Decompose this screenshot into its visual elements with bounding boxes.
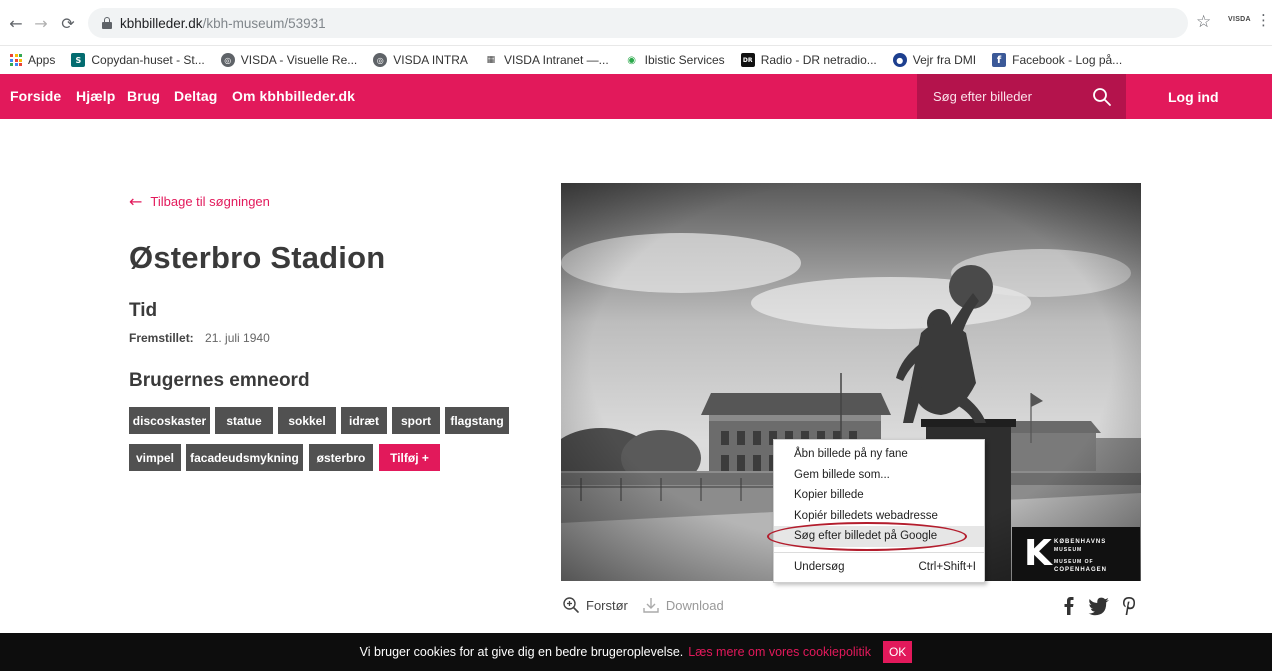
nav-hjaelp[interactable]: Hjælp xyxy=(76,88,115,104)
pinterest-share-icon[interactable] xyxy=(1122,596,1136,616)
ctx-open-new-tab[interactable]: Åbn billede på ny fane xyxy=(774,444,984,465)
bookmark-label: VISDA Intranet —... xyxy=(503,53,609,67)
bookmark-label: Apps xyxy=(28,53,56,67)
logo-line-2: MUSEUM xyxy=(1054,547,1083,553)
cookie-ok-button[interactable]: OK xyxy=(882,641,913,663)
bookmark-star-icon[interactable]: ☆ xyxy=(1196,12,1211,32)
bookmark-visda-intranet[interactable]: ▦ VISDA Intranet —... xyxy=(483,53,609,67)
dmi-icon: ● xyxy=(892,53,907,67)
cookie-bar: Vi bruger cookies for at give dig en bed… xyxy=(0,633,1272,671)
tag-vimpel[interactable]: vimpel xyxy=(129,444,181,471)
tag-statue[interactable]: statue xyxy=(215,407,273,434)
bookmark-label: VISDA INTRA xyxy=(393,53,468,67)
page-title: Østerbro Stadion xyxy=(129,240,386,275)
created-label: Fremstillet: xyxy=(129,331,194,345)
cookie-policy-link[interactable]: Læs mere om vores cookiepolitik xyxy=(688,645,871,659)
apps-grid-icon xyxy=(10,54,22,66)
zoom-label: Forstør xyxy=(586,597,628,613)
created-row: Fremstillet: 21. juli 1940 xyxy=(129,331,270,345)
context-menu: Åbn billede på ny fane Gem billede som..… xyxy=(773,439,985,583)
reload-icon[interactable]: ⟳ xyxy=(58,13,78,33)
bookmark-facebook[interactable]: f Facebook - Log på... xyxy=(992,53,1122,67)
tag-discoskaster[interactable]: discoskaster xyxy=(129,407,210,434)
bookmark-apps[interactable]: Apps xyxy=(10,53,55,67)
zoom-button[interactable]: Forstør xyxy=(562,596,628,614)
nav-brug[interactable]: Brug xyxy=(127,88,160,104)
bookmark-label: Facebook - Log på... xyxy=(1012,53,1123,67)
nav-deltag[interactable]: Deltag xyxy=(174,88,217,104)
bookmark-label: Ibistic Services xyxy=(644,53,725,67)
url-path: /kbh-museum/53931 xyxy=(202,15,326,31)
eye-icon: ◉ xyxy=(624,53,639,67)
url-domain: kbhbilleder.dk xyxy=(120,15,203,31)
zoom-in-icon xyxy=(563,597,579,613)
bookmark-label: Copydan-huset - St... xyxy=(91,53,205,67)
search-bar xyxy=(917,74,1126,119)
nav-forside[interactable]: Forside xyxy=(10,88,61,104)
tag-flagstang[interactable]: flagstang xyxy=(445,407,509,434)
dr-icon: DR xyxy=(740,53,755,67)
globe-icon: ◎ xyxy=(220,53,235,67)
tag-sport[interactable]: sport xyxy=(392,407,440,434)
search-input[interactable] xyxy=(933,86,1083,106)
tag-facadeudsmykning[interactable]: facadeudsmykning xyxy=(186,444,303,471)
browser-toolbar: ← → ⟳ kbhbilleder.dk/kbh-museum/53931 ☆ … xyxy=(0,0,1272,46)
ctx-inspect-shortcut: Ctrl+Shift+I xyxy=(918,560,976,573)
tag-osterbro[interactable]: østerbro xyxy=(309,444,373,471)
browser-menu-icon[interactable]: ⋮ xyxy=(1256,11,1271,29)
created-value: 21. juli 1940 xyxy=(205,331,270,345)
logo-line-4: COPENHAGEN xyxy=(1054,567,1108,573)
tag-sokkel[interactable]: sokkel xyxy=(278,407,336,434)
museum-logo: K KØBENHAVNS MUSEUM MUSEUM OF COPENHAGEN xyxy=(1012,527,1140,581)
bookmark-visda-visuelle[interactable]: ◎ VISDA - Visuelle Re... xyxy=(220,53,358,67)
extension-icon[interactable]: VISDA xyxy=(1228,16,1251,23)
bookmark-ibistic[interactable]: ◉ Ibistic Services xyxy=(624,53,725,67)
ctx-separator xyxy=(774,551,984,553)
logo-k: K xyxy=(1024,533,1052,574)
bookmark-label: Vejr fra DMI xyxy=(912,53,977,67)
time-heading: Tid xyxy=(129,300,158,321)
twitter-share-icon[interactable] xyxy=(1088,596,1110,616)
ctx-copy-image-address[interactable]: Kopiér billedets webadresse xyxy=(774,506,984,527)
arrow-left-icon: ← xyxy=(129,192,143,211)
logo-line-3: MUSEUM OF xyxy=(1054,559,1094,565)
bookmark-dr-radio[interactable]: DR Radio - DR netradio... xyxy=(740,53,877,67)
site-header: Forside Hjælp Brug Deltag Om kbhbilleder… xyxy=(0,74,1272,119)
address-bar[interactable]: kbhbilleder.dk/kbh-museum/53931 xyxy=(88,8,1188,38)
back-to-search-link[interactable]: ← Tilbage til søgningen xyxy=(129,192,270,211)
lock-icon xyxy=(102,17,112,29)
logo-line-1: KØBENHAVNS xyxy=(1054,539,1107,545)
login-button[interactable]: Log ind xyxy=(1168,89,1219,105)
download-label: Download xyxy=(665,597,724,613)
photo-tools: Forstør Download xyxy=(562,596,738,614)
forward-arrow-icon[interactable]: → xyxy=(31,13,51,33)
intranet-icon: ▦ xyxy=(483,53,498,67)
bookmarks-bar: Apps S Copydan-huset - St... ◎ VISDA - V… xyxy=(0,46,1272,74)
search-icon[interactable] xyxy=(1091,86,1113,108)
tag-idraet[interactable]: idræt xyxy=(341,407,387,434)
ctx-inspect[interactable]: Undersøg Ctrl+Shift+I xyxy=(774,557,984,578)
ctx-save-image[interactable]: Gem billede som... xyxy=(774,465,984,486)
ctx-search-google[interactable]: Søg efter billedet på Google xyxy=(774,526,984,547)
ctx-inspect-label: Undersøg xyxy=(794,560,845,573)
facebook-share-icon[interactable] xyxy=(1063,596,1075,616)
bookmark-label: Radio - DR netradio... xyxy=(760,53,877,67)
globe-icon: ◎ xyxy=(373,53,388,67)
bookmark-label: VISDA - Visuelle Re... xyxy=(240,53,358,67)
sharepoint-icon: S xyxy=(71,53,86,67)
cookie-text: Vi bruger cookies for at give dig en bed… xyxy=(359,645,684,659)
tags-heading: Brugernes emneord xyxy=(129,370,310,391)
back-arrow-icon[interactable]: ← xyxy=(6,13,26,33)
ctx-copy-image[interactable]: Kopier billede xyxy=(774,485,984,506)
download-icon xyxy=(643,598,659,613)
nav-om[interactable]: Om kbhbilleder.dk xyxy=(232,88,355,104)
bookmark-visda-intra[interactable]: ◎ VISDA INTRA xyxy=(373,53,468,67)
add-tag-button[interactable]: Tilføj + xyxy=(379,444,440,471)
bookmark-copydan[interactable]: S Copydan-huset - St... xyxy=(71,53,205,67)
bookmark-dmi[interactable]: ● Vejr fra DMI xyxy=(892,53,977,67)
back-link-label: Tilbage til søgningen xyxy=(150,194,270,209)
download-button[interactable]: Download xyxy=(642,596,724,614)
facebook-icon: f xyxy=(992,53,1007,67)
